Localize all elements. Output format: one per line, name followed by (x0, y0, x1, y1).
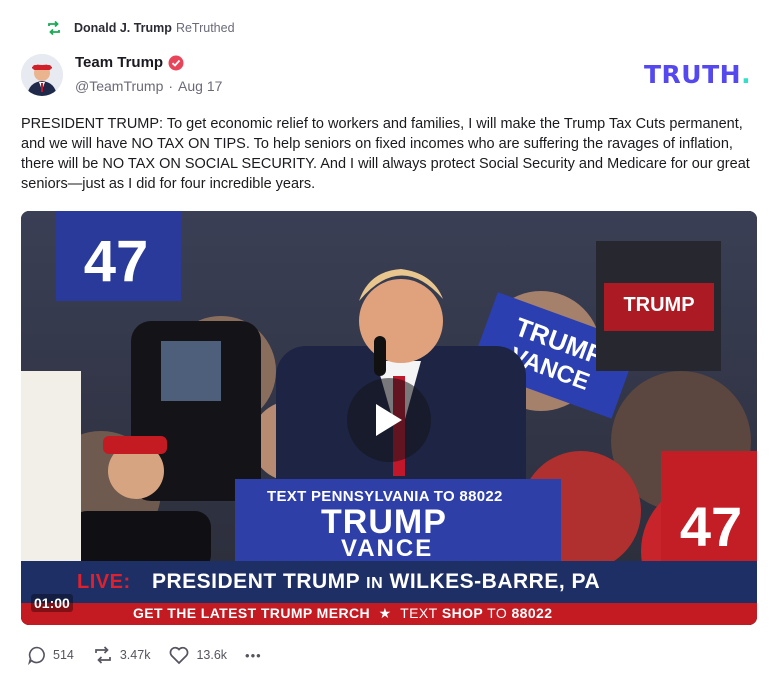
truth-logo[interactable]: TRUTH. (644, 60, 751, 89)
reply-button[interactable]: 514 (27, 645, 74, 665)
merch-text: GET THE LATEST TRUMP MERCH (133, 605, 370, 621)
merch-number: 88022 (511, 605, 553, 621)
play-button[interactable] (347, 378, 431, 462)
post-actions: 514 3.47k 13.6k ••• (27, 645, 280, 665)
headline-part2: WILKES-BARRE, PA (389, 570, 601, 593)
video-player[interactable]: 47 TRUMP VANCE TRUMP 47 TEXT PENNSYLVANI… (21, 211, 757, 625)
more-options-button[interactable]: ••• (245, 648, 262, 663)
like-button[interactable]: 13.6k (168, 645, 227, 665)
star-icon: ★ (378, 605, 392, 621)
logo-text: TRUTH (644, 60, 742, 89)
merch-shop: SHOP (441, 605, 483, 621)
heart-icon (170, 646, 189, 665)
more-icon: ••• (245, 647, 262, 663)
play-icon (376, 404, 402, 436)
author-name-row: Team Trump (75, 54, 184, 71)
reply-icon (28, 646, 45, 665)
retruth-icon (46, 20, 62, 36)
author-name[interactable]: Team Trump (75, 54, 163, 71)
banner-headline: PRESIDENT TRUMP IN WILKES-BARRE, PA (152, 570, 600, 594)
headline-part1: PRESIDENT TRUMP (152, 570, 360, 593)
podium-vance: VANCE (341, 535, 434, 562)
retruth-button[interactable]: 3.47k (92, 645, 151, 665)
retruth-label: ReTruthed (175, 21, 235, 35)
post-text: PRESIDENT TRUMP: To get economic relief … (21, 116, 750, 192)
verified-icon (168, 55, 184, 71)
video-timestamp: 01:00 (31, 594, 73, 612)
merch-text-word: TEXT (400, 605, 438, 621)
like-count: 13.6k (196, 648, 228, 662)
author-meta: @TeamTrump · Aug 17 (75, 78, 222, 94)
meta-separator: · (168, 78, 174, 94)
sign-47-left: 47 (84, 229, 149, 294)
retruth-header: Donald J. Trump ReTruthed (46, 18, 235, 38)
logo-dot: . (741, 60, 752, 89)
sign-47-right: 47 (680, 495, 742, 558)
avatar[interactable] (21, 54, 63, 96)
live-label: LIVE: (77, 571, 131, 593)
retruth-user-link[interactable]: Donald J. Trump (74, 21, 172, 35)
merch-banner-text: GET THE LATEST TRUMP MERCH ★ TEXT SHOP T… (133, 605, 552, 622)
headline-in: IN (366, 575, 384, 592)
svg-text:TRUMP: TRUMP (623, 294, 694, 316)
retruth-count: 3.47k (119, 648, 151, 662)
reply-count: 514 (53, 648, 74, 662)
post-date[interactable]: Aug 17 (178, 78, 222, 94)
author-handle[interactable]: @TeamTrump (75, 78, 163, 94)
retruth-action-icon (95, 646, 111, 664)
merch-to: TO (487, 605, 508, 621)
